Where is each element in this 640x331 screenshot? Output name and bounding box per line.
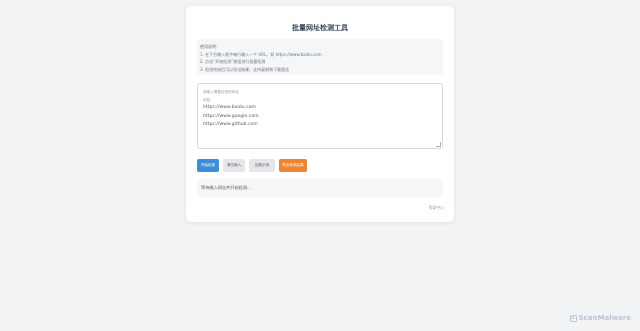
instructions-panel: 使用说明： 1. 在下方输入框中每行输入一个 URL，如 https://www… — [197, 39, 443, 75]
start-check-button[interactable]: 开始检测 — [197, 159, 219, 172]
clear-input-button[interactable]: 清空输入 — [223, 159, 245, 172]
instruction-step-2: 2. 点击“开始检测”按钮进行批量检测 — [200, 59, 266, 64]
resize-handle[interactable] — [436, 142, 441, 147]
export-results-button[interactable]: 导出检测结果 — [279, 159, 307, 172]
page-title: 批量网址检测工具 — [292, 24, 348, 32]
instruction-step-1: 1. 在下方输入框中每行输入一个 URL，如 https://www.baidu… — [200, 51, 322, 57]
action-buttons: 开始检测 清空输入 加载示例 导出检测结果 — [197, 159, 307, 172]
instruction-step-3: 3. 检测完成后可以导出结果，支持复制和下载报告 — [200, 66, 290, 72]
help-link[interactable]: 帮助中心 — [429, 205, 444, 211]
url-line: https://www.github.com — [203, 122, 258, 127]
url-line: https://www.google.com — [203, 113, 259, 119]
scanmalware-watermark: S ScanMalware — [569, 314, 631, 322]
status-text: 等待输入网址并开始检测... — [201, 185, 252, 190]
textarea-placeholder-line-2: 例如： — [203, 98, 214, 102]
load-example-button[interactable]: 加载示例 — [249, 159, 275, 172]
scanmalware-logo-icon: S — [569, 314, 577, 322]
main-card: 批量网址检测工具 使用说明： 1. 在下方输入框中每行输入一个 URL，如 ht… — [186, 6, 454, 222]
instructions-heading: 使用说明： — [200, 44, 220, 49]
watermark-text: ScanMalware — [578, 314, 631, 322]
url-line: https://www.baidu.com — [203, 105, 256, 110]
url-input-textarea[interactable]: 请输入需要检测的网址 例如： https://www.baidu.com htt… — [197, 83, 443, 149]
textarea-placeholder-line-1: 请输入需要检测的网址 — [203, 90, 239, 94]
status-panel: 等待输入网址并开始检测... — [197, 179, 443, 197]
